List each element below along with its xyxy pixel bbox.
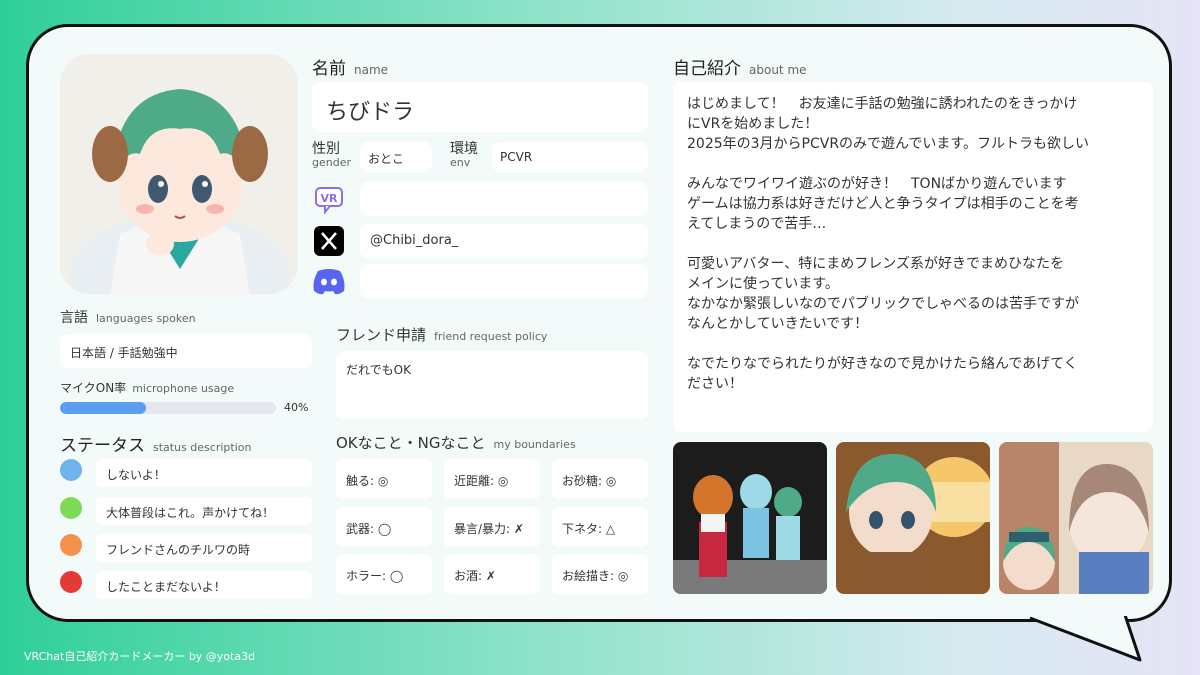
x-handle-field: @Chibi_dora_ [360,224,648,258]
name-label: 名前 name [312,59,389,79]
gallery-photo-2 [836,442,990,594]
about-line: なでたりなでられたりが好きなので見かけたら絡んであげてく [687,356,1078,372]
boundary-item: 下ネタ: △ [552,507,648,547]
about-line: なんとかしていきたいです！ [687,316,869,332]
discord-field [360,264,648,298]
friend-request-field: だれでもOK [336,351,648,419]
mic-usage-bar [60,402,276,414]
status-dot-blue [60,459,82,481]
about-line: ださい！ [687,376,743,392]
mic-usage-fill [60,402,147,414]
languages-label: 言語 languages spoken [60,310,196,326]
about-line: みんなでワイワイ遊ぶのが好き！ TONばかり遊んでいます [687,176,1067,192]
boundary-item: お酒: ✗ [444,554,540,594]
about-line [687,234,1139,254]
mic-label: マイクON率 microphone usage [60,381,235,395]
status-item: したことまだないよ！ [96,571,312,599]
about-line: 2025年の3月からPCVRのみで遊んでいます。フルトラも欲しい [687,136,1089,152]
footer-credit: VRChat自己紹介カードメーカー by @yota3d [24,650,256,663]
status-dot-green [60,497,82,519]
status-dot-red [60,571,82,593]
boundary-item: 武器: ◯ [336,507,432,547]
status-item: フレンドさんのチルワの時 [96,534,312,562]
boundary-item: ホラー: ◯ [336,554,432,594]
gender-label: 性別 gender [312,141,351,169]
boundary-item: 触る: ◎ [336,459,432,499]
x-logo-icon [312,224,346,258]
mic-usage-percent: 40% [284,401,309,414]
about-text-panel: はじめまして！ お友達に手話の勉強に誘われたのをきっかけ にVRを始めました！ … [673,82,1153,432]
discord-icon [312,264,346,298]
about-label: 自己紹介 about me [673,59,807,79]
about-line: メインに使っています。 [687,276,839,292]
vrchat-field [360,182,648,216]
status-item: 大体普段はこれ。声かけてね！ [96,497,312,525]
boundary-item: お砂糖: ◎ [552,459,648,499]
env-label: 環境 env [450,141,478,169]
boundaries-label: OKなこと・NGなこと my boundaries [336,434,576,452]
about-line: はじめまして！ お友達に手話の勉強に誘われたのをきっかけ [687,96,1078,112]
gender-field: おとこ [360,142,432,172]
vrchat-icon: VR [312,182,346,216]
about-line: にVRを始めました！ [687,116,819,132]
svg-text:VR: VR [321,192,339,205]
env-field: PCVR [492,142,648,172]
about-line [687,334,1139,354]
about-line: なかなか緊張しいなのでパブリックでしゃべるのは苦手ですが [687,296,1079,312]
status-item: しないよ！ [96,459,312,487]
friend-request-label: フレンド申請 friend request policy [336,326,548,344]
about-line [687,154,1139,174]
about-line: 可愛いアバター、特にまめフレンズ系が好きでまめひなたを [687,256,1065,272]
name-value: ちびドラ [326,100,415,125]
name-field: ちびドラ [312,82,648,132]
avatar-image [60,54,298,294]
languages-field: 日本語 / 手話勉強中 [60,334,312,368]
status-label: ステータス status description [60,436,252,456]
gallery-photo-3 [999,442,1153,594]
status-dot-orange [60,534,82,556]
boundary-item: 近距離: ◎ [444,459,540,499]
about-line: ゲームは協力系は好きだけど人と争うタイプは相手のことを考 [687,196,1079,212]
about-line: えてしまうので苦手… [687,216,827,232]
boundary-item: お絵描き: ◎ [552,554,648,594]
boundary-item: 暴言/暴力: ✗ [444,507,540,547]
gallery-photo-1 [673,442,827,594]
